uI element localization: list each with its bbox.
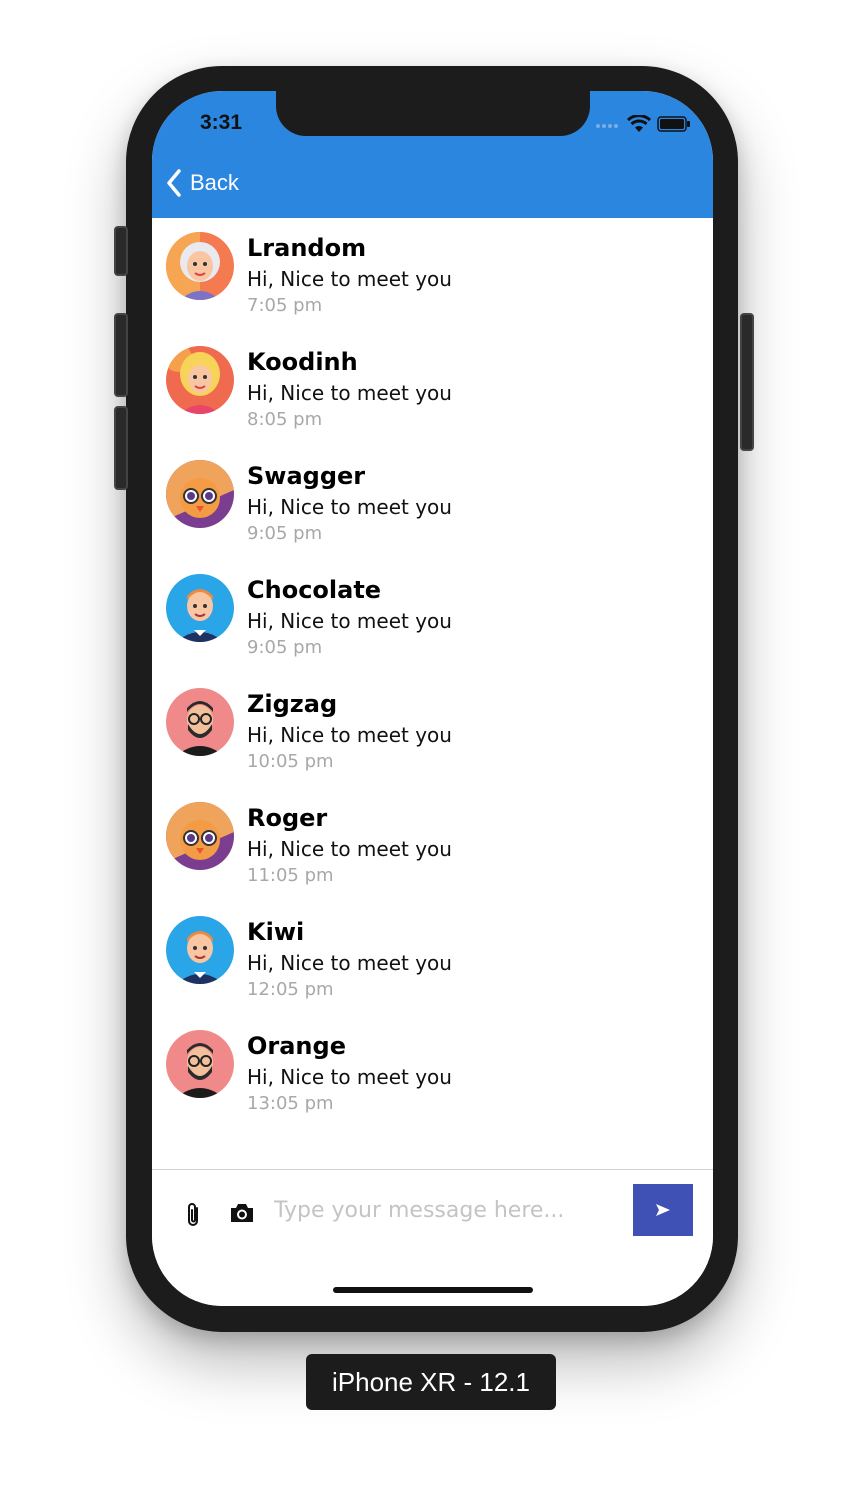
contact-name: Roger [247, 804, 328, 832]
bird-sunglasses-avatar [166, 802, 234, 870]
message-time: 11:05 pm [247, 865, 334, 886]
send-icon [656, 1204, 670, 1216]
message-preview: Hi, Nice to meet you [247, 837, 452, 861]
paperclip-icon[interactable] [183, 1202, 205, 1228]
signal-icon [596, 124, 618, 128]
chevron-left-icon [167, 169, 181, 197]
battery-icon [657, 116, 690, 132]
conversation-row[interactable]: Chocolate Hi, Nice to meet you 9:05 pm [152, 560, 713, 674]
conversation-row[interactable]: Orange Hi, Nice to meet you 13:05 pm [152, 1016, 713, 1130]
message-time: 9:05 pm [247, 523, 323, 544]
message-time: 10:05 pm [247, 751, 334, 772]
message-preview: Hi, Nice to meet you [247, 267, 452, 291]
device-label: iPhone XR - 12.1 [306, 1354, 556, 1410]
message-composer [152, 1169, 713, 1306]
message-preview: Hi, Nice to meet you [247, 495, 452, 519]
conversation-row[interactable]: Kiwi Hi, Nice to meet you 12:05 pm [152, 902, 713, 1016]
mute-switch [114, 226, 128, 276]
message-time: 13:05 pm [247, 1093, 334, 1114]
home-indicator [333, 1287, 533, 1293]
send-button[interactable] [633, 1184, 693, 1236]
message-time: 9:05 pm [247, 637, 323, 658]
message-preview: Hi, Nice to meet you [247, 1065, 452, 1089]
message-time: 7:05 pm [247, 295, 323, 316]
bird-sunglasses-avatar [166, 460, 234, 528]
power-button [740, 313, 754, 451]
volume-down-button [114, 406, 128, 490]
status-time: 3:31 [200, 111, 243, 134]
back-label: Back [190, 170, 239, 195]
message-input[interactable] [272, 1184, 606, 1236]
conversation-row[interactable]: Koodinh Hi, Nice to meet you 8:05 pm [152, 332, 713, 446]
back-button[interactable]: Back [166, 169, 239, 197]
contact-name: Orange [247, 1032, 346, 1060]
message-preview: Hi, Nice to meet you [247, 723, 452, 747]
volume-up-button [114, 313, 128, 397]
message-preview: Hi, Nice to meet you [247, 609, 452, 633]
man-glasses-beard-avatar [166, 1030, 234, 1098]
status-icons [595, 115, 691, 133]
conversation-list: Lrandom Hi, Nice to meet you 7:05 pm Koo… [152, 218, 713, 1130]
man-blue-bg-avatar [166, 574, 234, 642]
contact-name: Kiwi [247, 918, 305, 946]
man-blue-bg-avatar [166, 916, 234, 984]
message-time: 8:05 pm [247, 409, 323, 430]
wifi-icon [627, 115, 651, 132]
contact-name: Koodinh [247, 348, 358, 376]
contact-name: Lrandom [247, 234, 367, 262]
message-preview: Hi, Nice to meet you [247, 381, 452, 405]
notch [276, 91, 590, 136]
message-preview: Hi, Nice to meet you [247, 951, 452, 975]
contact-name: Zigzag [247, 690, 338, 718]
conversation-row[interactable]: Roger Hi, Nice to meet you 11:05 pm [152, 788, 713, 902]
woman-blonde-avatar [166, 346, 234, 414]
conversation-row[interactable]: Lrandom Hi, Nice to meet you 7:05 pm [152, 218, 713, 332]
man-glasses-beard-avatar [166, 688, 234, 756]
conversation-row[interactable]: Zigzag Hi, Nice to meet you 10:05 pm [152, 674, 713, 788]
contact-name: Chocolate [247, 576, 382, 604]
conversation-row[interactable]: Swagger Hi, Nice to meet you 9:05 pm [152, 446, 713, 560]
message-time: 12:05 pm [247, 979, 334, 1000]
contact-name: Swagger [247, 462, 366, 490]
phone-screen: 3:31 Back Lrandom Hi, Nice to meet you 7… [152, 91, 713, 1306]
woman-grey-hair-avatar [166, 232, 234, 300]
camera-icon[interactable] [229, 1202, 255, 1224]
